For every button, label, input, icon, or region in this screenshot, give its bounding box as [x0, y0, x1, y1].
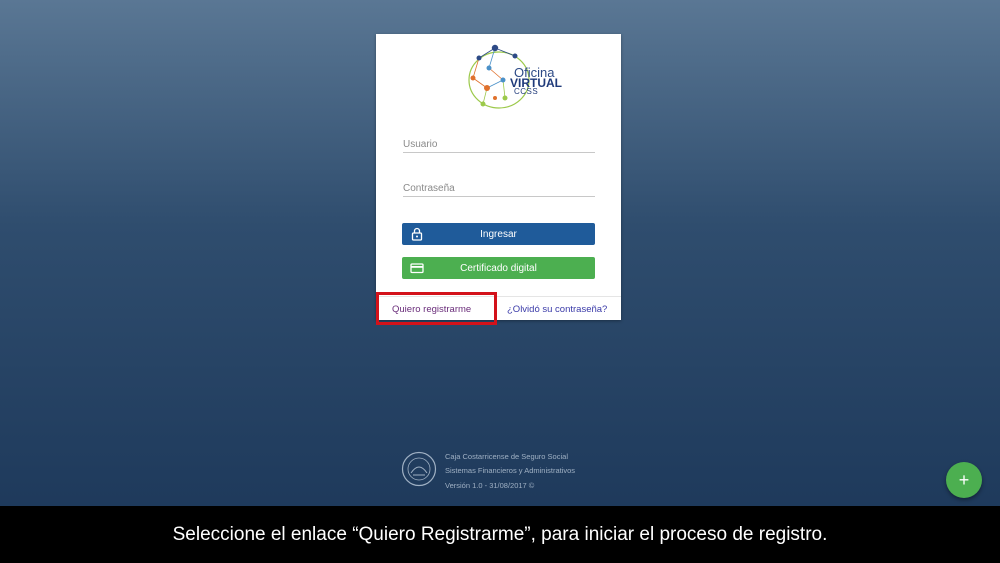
certificado-digital-button[interactable]: Certificado digital [402, 257, 595, 279]
caption-text: Seleccione el enlace “Quiero Registrarme… [172, 524, 828, 545]
register-link-highlight [376, 292, 497, 325]
logo-text-ccss: CCSS [514, 87, 539, 96]
username-input[interactable] [403, 136, 595, 153]
footer-version: Versión 1.0 - 31/08/2017 © [445, 481, 535, 490]
certificado-digital-label: Certificado digital [460, 262, 537, 274]
card-icon [410, 263, 424, 274]
footer-org-name: Caja Costarricense de Seguro Social [445, 452, 568, 461]
forgot-password-link[interactable]: ¿Olvidó su contraseña? [507, 304, 607, 315]
caption-bar: Seleccione el enlace “Quiero Registrarme… [0, 506, 1000, 563]
seguro-social-seal-icon [401, 451, 437, 487]
lock-icon [411, 227, 423, 241]
password-input[interactable] [403, 180, 595, 197]
plus-icon[interactable]: + [946, 462, 982, 498]
ingresar-button[interactable]: Ingresar [402, 223, 595, 245]
login-card: Oficina VIRTUAL CCSS Ingresar Certificad… [376, 34, 621, 320]
ingresar-label: Ingresar [480, 228, 517, 240]
footer-department: Sistemas Financieros y Administrativos [445, 466, 576, 475]
